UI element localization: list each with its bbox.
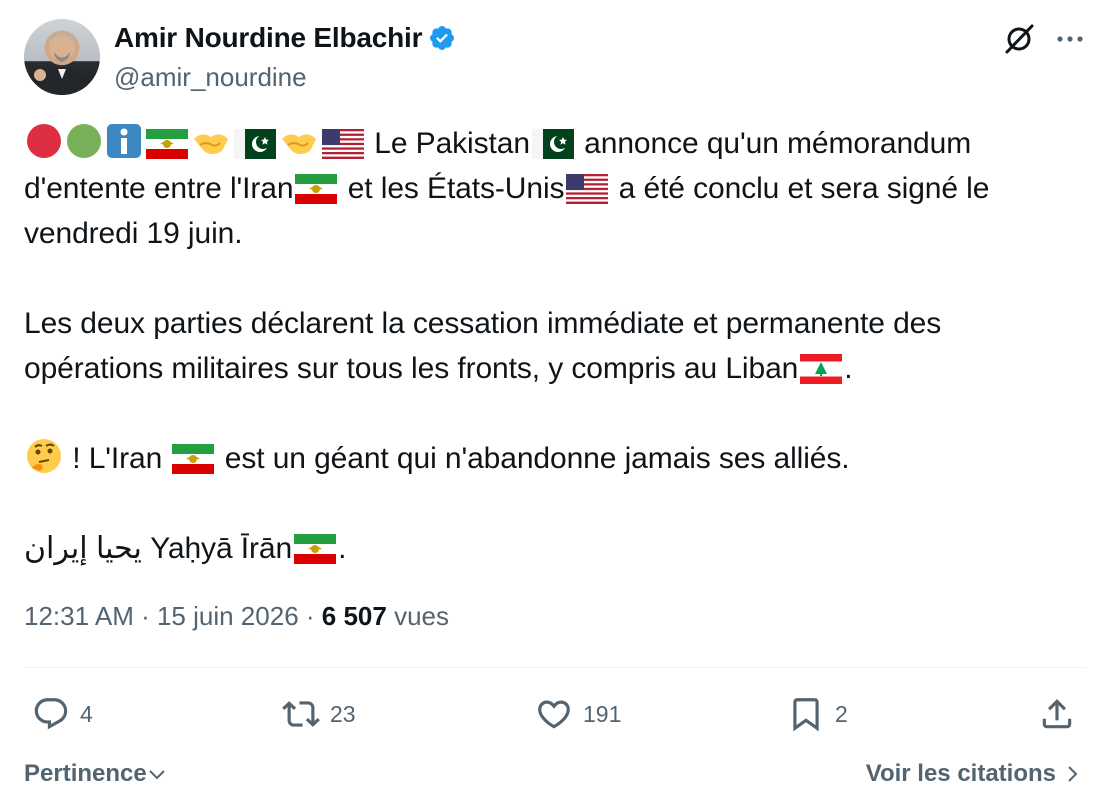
display-name-text[interactable]: Amir Nourdine Elbachir bbox=[114, 22, 423, 54]
tweet-text: Le Pakistan annonce qu'un mémorandum d'e… bbox=[24, 121, 1094, 571]
handshake-icon bbox=[282, 134, 316, 154]
share-icon bbox=[1042, 699, 1072, 729]
thinking-face-icon bbox=[27, 439, 61, 473]
share-button[interactable] bbox=[1038, 694, 1076, 734]
view-quotes-label: Voir les citations bbox=[865, 760, 1056, 787]
tweet-date[interactable]: 15 juin 2026 bbox=[157, 601, 299, 631]
tweet-line-4: Les deux parties déclarent la cessation … bbox=[24, 307, 942, 340]
tweet-line-2a-text: d'entente entre l'Iran bbox=[24, 172, 294, 205]
tweet-time[interactable]: 12:31 AM bbox=[24, 601, 134, 631]
iran-flag-icon bbox=[294, 534, 337, 564]
tweet-line-1-text: Le Pakistan bbox=[374, 127, 530, 160]
tweet-line-6b-text: est un géant qui n'abandonne jamais ses … bbox=[224, 442, 850, 475]
chevron-right-icon bbox=[1068, 766, 1078, 782]
chevron-down-icon bbox=[149, 770, 165, 780]
repost-button[interactable]: 23 bbox=[282, 694, 356, 734]
tweet-line-6: ! L'Iran est un géant qui n'abandonne ja… bbox=[24, 436, 1094, 481]
verified-badge-icon[interactable] bbox=[428, 24, 456, 52]
sort-label: Pertinence bbox=[24, 760, 147, 787]
tweet-line-2b-text: et les États-Unis bbox=[347, 172, 565, 205]
tweet-line-7-end: . bbox=[338, 532, 347, 565]
tweet-line-2: d'entente entre l'Iran et les États-Unis… bbox=[24, 166, 1094, 211]
like-button[interactable]: 191 bbox=[535, 694, 621, 734]
meta-separator: · bbox=[298, 601, 322, 631]
iran-flag-icon bbox=[172, 444, 215, 474]
tweet-line-7: يحيا إيران Yaḥyā Īrān. bbox=[24, 526, 1094, 571]
tweet-line-5: opérations militaires sur tous les front… bbox=[24, 346, 1094, 391]
bookmark-button[interactable]: 2 bbox=[787, 694, 848, 734]
bookmark-count: 2 bbox=[835, 700, 848, 727]
tweet-line-2c-text: a été conclu et sera signé le bbox=[618, 172, 990, 205]
tweet-line-7-arabic: يحيا إيران bbox=[24, 532, 142, 565]
reply-count: 4 bbox=[80, 700, 93, 727]
tweet-line-1: Le Pakistan annonce qu'un mémorandum bbox=[24, 121, 1094, 166]
repost-icon bbox=[282, 701, 320, 727]
avatar[interactable] bbox=[24, 19, 100, 95]
information-icon bbox=[107, 124, 141, 158]
divider bbox=[24, 667, 1086, 668]
tweet-post: Amir Nourdine Elbachir @amir_nourdine Le… bbox=[0, 0, 1110, 804]
tweet-line-7-latin: Yaḥyā Īrān bbox=[150, 532, 293, 565]
like-count: 191 bbox=[583, 700, 622, 727]
iran-flag-icon bbox=[295, 174, 338, 204]
green-circle-icon bbox=[67, 124, 101, 158]
tweet-line-1b-text: annonce qu'un mémorandum bbox=[584, 127, 972, 160]
avatar-portrait-icon bbox=[34, 33, 90, 95]
sort-dropdown[interactable]: Pertinence bbox=[24, 760, 167, 788]
tweet-line-5-end: . bbox=[844, 352, 853, 385]
pakistan-flag-icon bbox=[531, 129, 574, 159]
usa-flag-icon bbox=[566, 174, 609, 204]
handshake-icon bbox=[194, 134, 228, 154]
user-handle[interactable]: @amir_nourdine bbox=[114, 62, 307, 93]
meta-separator: · bbox=[133, 601, 157, 631]
heart-icon bbox=[538, 700, 570, 729]
pakistan-flag-icon bbox=[234, 129, 276, 159]
view-quotes-link[interactable]: Voir les citations bbox=[866, 760, 1082, 788]
tweet-line-3: vendredi 19 juin. bbox=[24, 217, 243, 250]
repost-count: 23 bbox=[330, 700, 356, 727]
views-label: vues bbox=[386, 601, 449, 631]
more-options-icon[interactable] bbox=[1055, 26, 1085, 52]
views-count: 6 507 bbox=[321, 601, 387, 631]
bookmark-icon bbox=[793, 698, 819, 732]
tweet-line-6a-text: ! L'Iran bbox=[72, 442, 163, 475]
red-circle-icon bbox=[27, 124, 61, 158]
display-name[interactable]: Amir Nourdine Elbachir bbox=[114, 22, 456, 54]
tweet-meta: 12:31 AM · 15 juin 2026 · 6 507 vues bbox=[24, 601, 449, 632]
lebanon-flag-icon bbox=[800, 354, 843, 384]
tweet-line-5-text: opérations militaires sur tous les front… bbox=[24, 352, 799, 385]
usa-flag-icon bbox=[322, 129, 364, 159]
grok-icon[interactable] bbox=[1002, 22, 1036, 56]
reply-button[interactable]: 4 bbox=[32, 694, 93, 734]
iran-flag-icon bbox=[146, 129, 188, 159]
reply-icon bbox=[34, 698, 68, 730]
